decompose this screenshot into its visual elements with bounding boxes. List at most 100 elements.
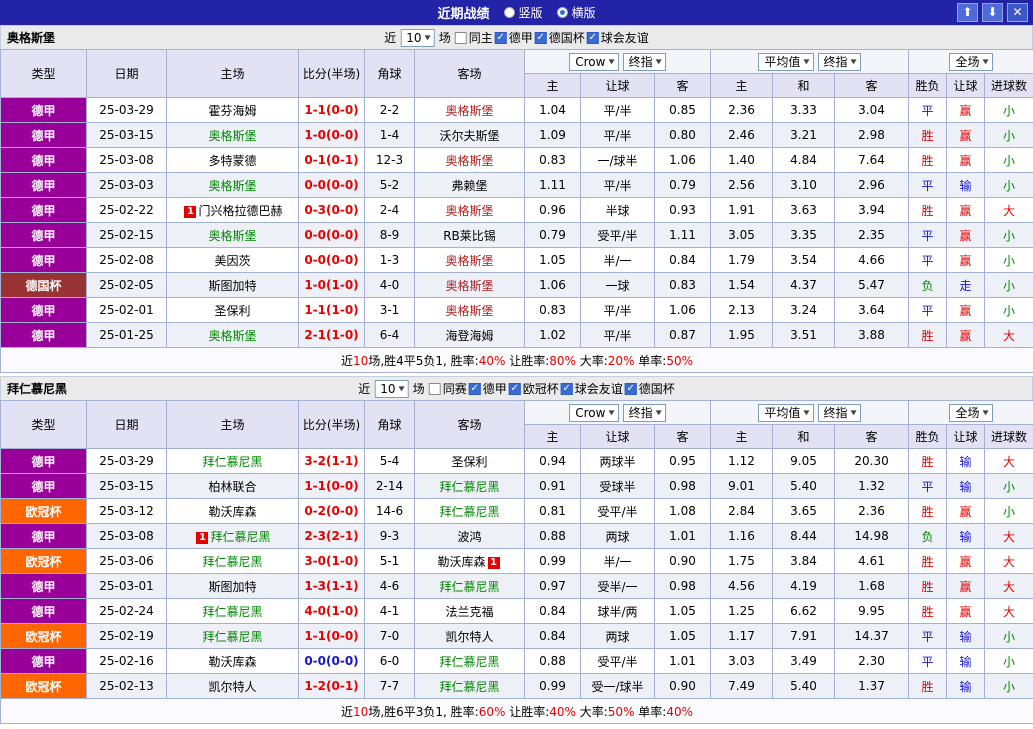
layout-vertical-radio[interactable]: 竖版 (503, 4, 543, 21)
checkbox-checked-icon[interactable]: ✓ (586, 31, 599, 44)
team-name[interactable]: 海登海姆 (445, 329, 493, 343)
home-team-cell[interactable]: 拜仁慕尼黑 (166, 623, 299, 649)
home-team-cell[interactable]: 拜仁慕尼黑 (166, 598, 299, 624)
home-team-cell[interactable]: 美因茨 (166, 247, 299, 273)
away-team-cell[interactable]: 法兰克福 (414, 598, 525, 624)
team-name[interactable]: 奥格斯堡 (445, 154, 493, 168)
away-team-cell[interactable]: 拜仁慕尼黑 (414, 498, 525, 524)
team-name[interactable]: RB莱比锡 (443, 229, 496, 243)
team-name[interactable]: 拜仁慕尼黑 (439, 480, 499, 494)
away-team-cell[interactable]: 凯尔特人 (414, 623, 525, 649)
team-name[interactable]: 弗赖堡 (451, 179, 487, 193)
home-team-cell[interactable]: 奥格斯堡 (166, 122, 299, 148)
filter-checkbox[interactable]: 同主 (454, 29, 493, 46)
team-name[interactable]: 霍芬海姆 (208, 104, 256, 118)
home-team-cell[interactable]: 奥格斯堡 (166, 172, 299, 198)
move-up-button[interactable]: ⬆ (957, 3, 978, 22)
team-name[interactable]: 拜仁慕尼黑 (202, 455, 262, 469)
away-team-cell[interactable]: 海登海姆 (414, 322, 525, 348)
home-team-cell[interactable]: 凯尔特人 (166, 673, 299, 699)
team-name[interactable]: 奥格斯堡 (445, 104, 493, 118)
home-team-cell[interactable]: 圣保利 (166, 297, 299, 323)
scope-select[interactable]: 全场 ▼ (949, 52, 993, 71)
filter-checkbox[interactable]: ✓ 球会友谊 (586, 29, 649, 46)
team-name[interactable]: 拜仁慕尼黑 (439, 655, 499, 669)
away-team-cell[interactable]: 奥格斯堡 (414, 147, 525, 173)
team-name[interactable]: 勒沃库森 (437, 555, 485, 569)
team-name[interactable]: 勒沃库森 (208, 655, 256, 669)
team-name[interactable]: 柏林联合 (208, 480, 256, 494)
home-team-cell[interactable]: 1 门兴格拉德巴赫 (166, 197, 299, 223)
home-team-cell[interactable]: 勒沃库森 (166, 648, 299, 674)
team-name[interactable]: 奥格斯堡 (445, 204, 493, 218)
team-name[interactable]: 拜仁慕尼黑 (202, 555, 262, 569)
team-name[interactable]: 法兰克福 (445, 605, 493, 619)
checkbox-checked-icon[interactable]: ✓ (508, 382, 521, 395)
match-count-select[interactable]: 10 ▼ (374, 379, 409, 398)
odds-company-select[interactable]: Crow ▼ (569, 403, 619, 422)
away-team-cell[interactable]: 奥格斯堡 (414, 97, 525, 123)
checkbox-checked-icon[interactable]: ✓ (494, 31, 507, 44)
avg-time-select[interactable]: 终指 ▼ (817, 52, 861, 71)
checkbox-unchecked-icon[interactable] (428, 382, 441, 395)
checkbox-unchecked-icon[interactable] (454, 31, 467, 44)
avg-time-select[interactable]: 终指 ▼ (817, 403, 861, 422)
team-name[interactable]: 奥格斯堡 (208, 229, 256, 243)
home-team-cell[interactable]: 勒沃库森 (166, 498, 299, 524)
home-team-cell[interactable]: 多特蒙德 (166, 147, 299, 173)
team-name[interactable]: 拜仁慕尼黑 (439, 505, 499, 519)
filter-checkbox[interactable]: ✓ 欧冠杯 (508, 380, 559, 397)
away-team-cell[interactable]: 圣保利 (414, 448, 525, 474)
filter-checkbox[interactable]: ✓ 球会友谊 (560, 380, 623, 397)
away-team-cell[interactable]: 波鸿 (414, 523, 525, 549)
team-name[interactable]: 波鸿 (457, 530, 481, 544)
away-team-cell[interactable]: 拜仁慕尼黑 (414, 573, 525, 599)
home-team-cell[interactable]: 斯图加特 (166, 272, 299, 298)
checkbox-checked-icon[interactable]: ✓ (468, 382, 481, 395)
team-name[interactable]: 门兴格拉德巴赫 (198, 204, 282, 218)
team-name[interactable]: 凯尔特人 (445, 630, 493, 644)
match-count-select[interactable]: 10 ▼ (400, 28, 435, 47)
team-name[interactable]: 拜仁慕尼黑 (202, 630, 262, 644)
home-team-cell[interactable]: 霍芬海姆 (166, 97, 299, 123)
home-team-cell[interactable]: 奥格斯堡 (166, 322, 299, 348)
checkbox-checked-icon[interactable]: ✓ (560, 382, 573, 395)
away-team-cell[interactable]: 勒沃库森 1 (414, 548, 525, 574)
away-team-cell[interactable]: 沃尔夫斯堡 (414, 122, 525, 148)
team-name[interactable]: 斯图加特 (208, 580, 256, 594)
team-name[interactable]: 美因茨 (214, 254, 250, 268)
away-team-cell[interactable]: 弗赖堡 (414, 172, 525, 198)
team-name[interactable]: 奥格斯堡 (208, 179, 256, 193)
away-team-cell[interactable]: 拜仁慕尼黑 (414, 648, 525, 674)
team-name[interactable]: 拜仁慕尼黑 (210, 530, 270, 544)
team-name[interactable]: 拜仁慕尼黑 (202, 605, 262, 619)
team-name[interactable]: 奥格斯堡 (445, 254, 493, 268)
away-team-cell[interactable]: 奥格斯堡 (414, 297, 525, 323)
home-team-cell[interactable]: 柏林联合 (166, 473, 299, 499)
team-name[interactable]: 圣保利 (451, 455, 487, 469)
avg-odds-select[interactable]: 平均值 ▼ (758, 52, 814, 71)
filter-checkbox[interactable]: ✓ 德甲 (468, 380, 507, 397)
close-button[interactable]: ✕ (1007, 3, 1028, 22)
home-team-cell[interactable]: 1 拜仁慕尼黑 (166, 523, 299, 549)
away-team-cell[interactable]: 奥格斯堡 (414, 197, 525, 223)
team-name[interactable]: 奥格斯堡 (445, 279, 493, 293)
away-team-cell[interactable]: 拜仁慕尼黑 (414, 673, 525, 699)
avg-odds-select[interactable]: 平均值 ▼ (758, 403, 814, 422)
odds-time-select[interactable]: 终指 ▼ (622, 403, 666, 422)
filter-checkbox[interactable]: 同赛 (428, 380, 467, 397)
team-name[interactable]: 奥格斯堡 (208, 329, 256, 343)
home-team-cell[interactable]: 拜仁慕尼黑 (166, 548, 299, 574)
team-name[interactable]: 奥格斯堡 (445, 304, 493, 318)
filter-checkbox[interactable]: ✓ 德甲 (494, 29, 533, 46)
odds-time-select[interactable]: 终指 ▼ (622, 52, 666, 71)
scope-select[interactable]: 全场 ▼ (949, 403, 993, 422)
layout-horizontal-radio[interactable]: 横版 (556, 4, 596, 21)
away-team-cell[interactable]: 奥格斯堡 (414, 272, 525, 298)
home-team-cell[interactable]: 拜仁慕尼黑 (166, 448, 299, 474)
team-name[interactable]: 勒沃库森 (208, 505, 256, 519)
odds-company-select[interactable]: Crow ▼ (569, 52, 619, 71)
away-team-cell[interactable]: 拜仁慕尼黑 (414, 473, 525, 499)
filter-checkbox[interactable]: ✓ 德国杯 (624, 380, 675, 397)
home-team-cell[interactable]: 斯图加特 (166, 573, 299, 599)
